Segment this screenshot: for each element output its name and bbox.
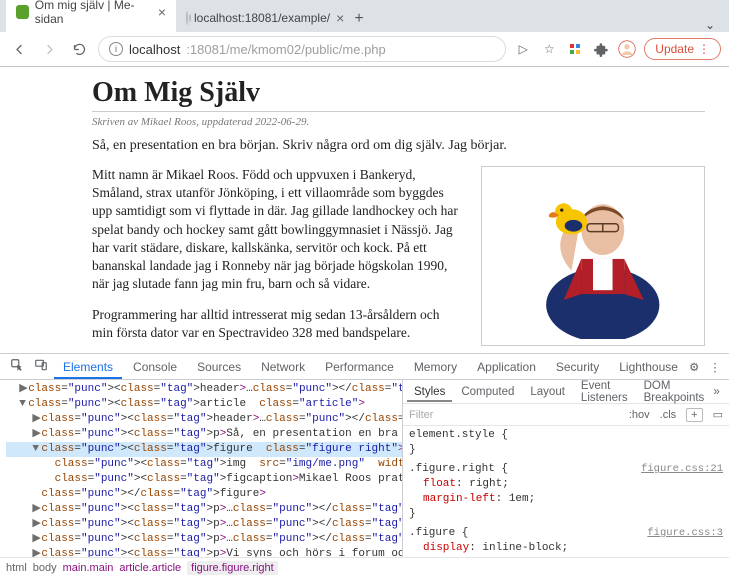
- crumb[interactable]: main.main: [63, 562, 114, 574]
- tab-title: localhost:18081/example/: [194, 11, 330, 25]
- new-rule-button[interactable]: +: [686, 408, 702, 422]
- styles-filter-row: Filter :hov .cls + ▭: [403, 404, 729, 426]
- browser-chrome: Om mig själv | Me-sidan × localhost:1808…: [0, 0, 729, 67]
- crumb-selected[interactable]: figure.figure.right: [187, 561, 278, 575]
- update-button[interactable]: Update ⋮: [644, 38, 721, 60]
- elements-panel: ▶class="punc"><class="tag">header>…class…: [0, 380, 402, 557]
- share-icon[interactable]: ▷: [514, 40, 532, 58]
- cls-toggle[interactable]: .cls: [660, 409, 677, 421]
- site-info-icon[interactable]: i: [109, 42, 123, 56]
- tab-title: Om mig själv | Me-sidan: [35, 0, 152, 26]
- close-tab-icon[interactable]: ×: [336, 10, 344, 26]
- forward-button[interactable]: [38, 38, 60, 60]
- toolbar: i localhost :18081/me/kmom02/public/me.ph…: [0, 32, 729, 66]
- gear-icon[interactable]: ⚙: [689, 360, 699, 374]
- page-title: Om Mig Själv: [92, 77, 705, 109]
- back-button[interactable]: [8, 38, 30, 60]
- devtools-tab-security[interactable]: Security: [547, 355, 608, 379]
- favicon-icon: [16, 5, 29, 19]
- device-toggle-icon[interactable]: [30, 353, 52, 380]
- dom-tree[interactable]: ▶class="punc"><class="tag">header>…class…: [0, 380, 402, 557]
- crumb[interactable]: article.article: [119, 562, 181, 574]
- devtools-tab-console[interactable]: Console: [124, 355, 186, 379]
- favicon-icon: [186, 11, 188, 25]
- hov-toggle[interactable]: :hov: [629, 409, 650, 421]
- filter-input[interactable]: Filter: [409, 409, 619, 421]
- inspect-icon[interactable]: [6, 353, 28, 380]
- devtools-tab-sources[interactable]: Sources: [188, 355, 250, 379]
- profile-icon[interactable]: [618, 40, 636, 58]
- styles-tab-styles[interactable]: Styles: [407, 382, 452, 402]
- styles-rules[interactable]: element.style {}.figure.right {figure.cs…: [403, 426, 729, 557]
- chevron-down-icon[interactable]: ⌄: [705, 18, 715, 32]
- url-path: :18081/me/kmom02/public/me.php: [186, 42, 385, 57]
- panel-menu-icon[interactable]: ▭: [713, 408, 723, 421]
- window-controls: ⌄: [705, 18, 723, 32]
- crumb[interactable]: html: [6, 562, 27, 574]
- browser-tab[interactable]: localhost:18081/example/ ×: [176, 4, 346, 32]
- extension-icon[interactable]: [566, 40, 584, 58]
- url-host: localhost: [129, 42, 180, 57]
- intro-paragraph: Så, en presentation en bra början. Skriv…: [92, 138, 705, 154]
- bookmark-icon[interactable]: ☆: [540, 40, 558, 58]
- paragraph: Mitt namn är Mikael Roos. Född och uppvu…: [92, 166, 463, 294]
- divider: [92, 111, 705, 112]
- crumb[interactable]: body: [33, 562, 57, 574]
- extensions-icon[interactable]: [592, 40, 610, 58]
- article-body: Mitt namn är Mikael Roos. Född och uppvu…: [92, 166, 463, 353]
- devtools-tab-application[interactable]: Application: [468, 355, 545, 379]
- browser-tab-active[interactable]: Om mig själv | Me-sidan ×: [6, 0, 176, 32]
- styles-tab-layout[interactable]: Layout: [523, 382, 572, 402]
- kebab-icon: ⋮: [698, 42, 710, 56]
- paragraph: Programmering har alltid intresserat mig…: [92, 306, 463, 342]
- devtools-tab-network[interactable]: Network: [252, 355, 314, 379]
- tab-strip: Om mig själv | Me-sidan × localhost:1808…: [0, 0, 729, 32]
- byline: Skriven av Mikael Roos, uppdaterad 2022-…: [92, 116, 705, 128]
- styles-panel: Styles Computed Layout Event Listeners D…: [402, 380, 729, 557]
- new-tab-button[interactable]: +: [346, 6, 372, 32]
- devtools: Elements Console Sources Network Perform…: [0, 353, 729, 577]
- address-bar[interactable]: i localhost :18081/me/kmom02/public/me.ph…: [98, 36, 506, 62]
- kebab-icon[interactable]: ⋮: [709, 360, 721, 374]
- close-tab-icon[interactable]: ×: [158, 4, 166, 20]
- devtools-tab-lighthouse[interactable]: Lighthouse: [610, 355, 687, 379]
- devtools-tab-performance[interactable]: Performance: [316, 355, 403, 379]
- styles-tab-computed[interactable]: Computed: [454, 382, 521, 402]
- devtools-tab-elements[interactable]: Elements: [54, 355, 122, 379]
- more-tabs-icon[interactable]: »: [713, 386, 725, 398]
- person-holding-duck-icon: [488, 173, 698, 339]
- devtools-tab-strip: Elements Console Sources Network Perform…: [0, 354, 729, 380]
- reload-button[interactable]: [68, 38, 90, 60]
- styles-tab-strip: Styles Computed Layout Event Listeners D…: [403, 380, 729, 404]
- breadcrumb[interactable]: html body main.main article.article figu…: [0, 557, 729, 577]
- devtools-tab-memory[interactable]: Memory: [405, 355, 466, 379]
- figure-image: [481, 166, 705, 346]
- page-content: Om Mig Själv Skriven av Mikael Roos, upp…: [0, 67, 729, 353]
